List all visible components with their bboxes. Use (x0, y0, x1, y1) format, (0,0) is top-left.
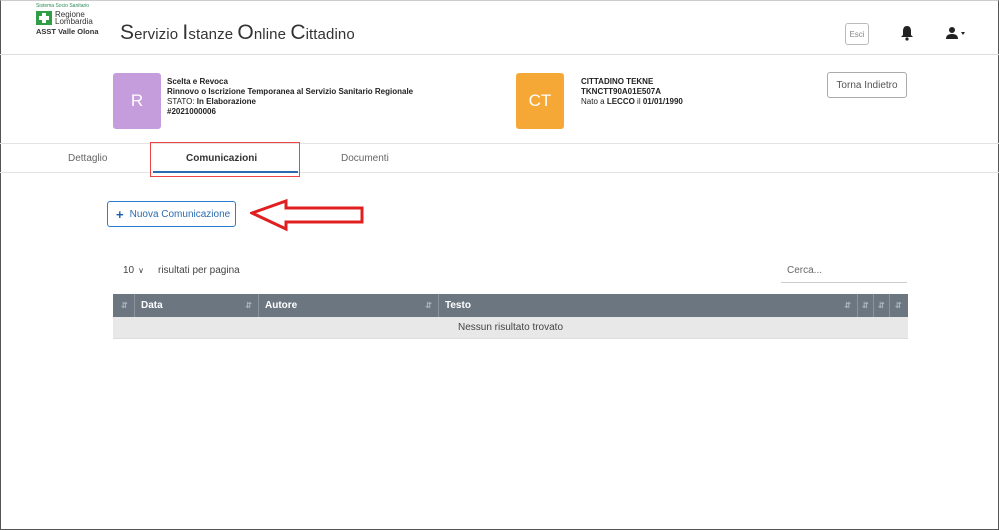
extra-column-header-3[interactable]: ⇵ (890, 294, 908, 317)
request-info: Scelta e Revoca Rinnovo o Iscrizione Tem… (167, 77, 413, 117)
extra-column-header-2[interactable]: ⇵ (874, 294, 890, 317)
born-mid: il (637, 97, 641, 106)
request-subtitle: Rinnovo o Iscrizione Temporanea al Servi… (167, 87, 414, 96)
chevron-down-icon: ∨ (138, 266, 144, 275)
new-communication-label: Nuova Comunicazione (129, 208, 231, 220)
tab-documents[interactable]: Documenti (341, 153, 389, 164)
status-value: In Elaborazione (196, 97, 256, 106)
logo-system-text: Sistema Socio Sanitario (36, 3, 90, 9)
region-cross-icon (36, 11, 52, 25)
title-rest-1: ervizio (134, 26, 183, 43)
title-cap-4: C (290, 21, 306, 44)
citizen-info: CITTADINO TEKNE TKNCTT90A01E507A Nato a … (581, 77, 683, 107)
request-avatar: R (113, 73, 161, 129)
red-arrow-annotation (250, 198, 364, 232)
page-size-suffix: risultati per pagina (157, 265, 240, 276)
search-input[interactable] (781, 259, 907, 283)
user-menu-icon[interactable] (946, 26, 966, 40)
column-header-testo[interactable]: Testo ⇵ (439, 294, 858, 317)
title-rest-3: nline (253, 26, 291, 43)
sort-icon: ⇵ (425, 301, 432, 310)
request-title: Scelta e Revoca (167, 77, 228, 86)
page-size-select[interactable]: 10 ∨ (123, 265, 144, 276)
empty-message: Nessun risultato trovato (457, 322, 564, 333)
sort-icon: ⇵ (245, 301, 252, 310)
tab-details[interactable]: Dettaglio (68, 153, 107, 164)
citizen-avatar: CT (516, 73, 564, 129)
status-label: STATO: (167, 97, 195, 106)
page-size-control: 10 ∨ risultati per pagina (123, 265, 240, 276)
title-cap-1: S (120, 21, 135, 44)
back-button[interactable]: Torna Indietro (827, 72, 907, 98)
bell-icon[interactable] (900, 25, 914, 41)
extra-column-header-1[interactable]: ⇵ (858, 294, 874, 317)
plus-icon: + (116, 206, 124, 222)
title-rest-2: stanze (188, 26, 238, 43)
top-bar: Sistema Socio Sanitario Regione Lombardi… (0, 0, 999, 55)
citizen-fiscal-code: TKNCTT90A01E507A (581, 87, 662, 96)
sort-icon: ⇵ (862, 301, 869, 310)
sort-icon: ⇵ (878, 301, 885, 310)
new-communication-button[interactable]: + Nuova Comunicazione (107, 201, 236, 227)
born-place: LECCO (606, 97, 635, 106)
born-prefix: Nato a (581, 97, 605, 106)
column-testo-label: Testo (445, 300, 471, 311)
column-data-label: Data (141, 300, 163, 311)
logo-asst-text: ASST Valle Olona (36, 27, 99, 36)
born-date: 01/01/1990 (642, 97, 683, 106)
select-column-header[interactable]: ⇵ (113, 294, 135, 317)
citizen-name: CITTADINO TEKNE (581, 77, 654, 86)
request-number: #2021000006 (167, 107, 216, 116)
region-logo[interactable]: Sistema Socio Sanitario Regione Lombardi… (36, 3, 116, 51)
empty-row: Nessun risultato trovato (113, 317, 908, 339)
table-header: ⇵ Data ⇵ Autore ⇵ Testo ⇵ ⇵ ⇵ ⇵ (113, 294, 908, 317)
logo-region-line2: Lombardia (55, 17, 93, 26)
column-header-data[interactable]: Data ⇵ (135, 294, 259, 317)
column-autore-label: Autore (265, 300, 298, 311)
highlight-box (150, 142, 300, 177)
column-header-autore[interactable]: Autore ⇵ (259, 294, 439, 317)
sort-icon: ⇵ (844, 301, 851, 310)
sort-icon: ⇵ (895, 301, 902, 310)
app-title: Servizio Istanze Online Cittadino (120, 21, 355, 45)
page-size-value: 10 (123, 265, 135, 276)
logout-button[interactable]: Esci (845, 23, 869, 45)
sort-icon: ⇵ (121, 301, 128, 310)
title-cap-3: O (237, 21, 254, 44)
communications-table: ⇵ Data ⇵ Autore ⇵ Testo ⇵ ⇵ ⇵ ⇵ Nessun r… (113, 294, 908, 339)
title-rest-4: ittadino (305, 26, 355, 43)
